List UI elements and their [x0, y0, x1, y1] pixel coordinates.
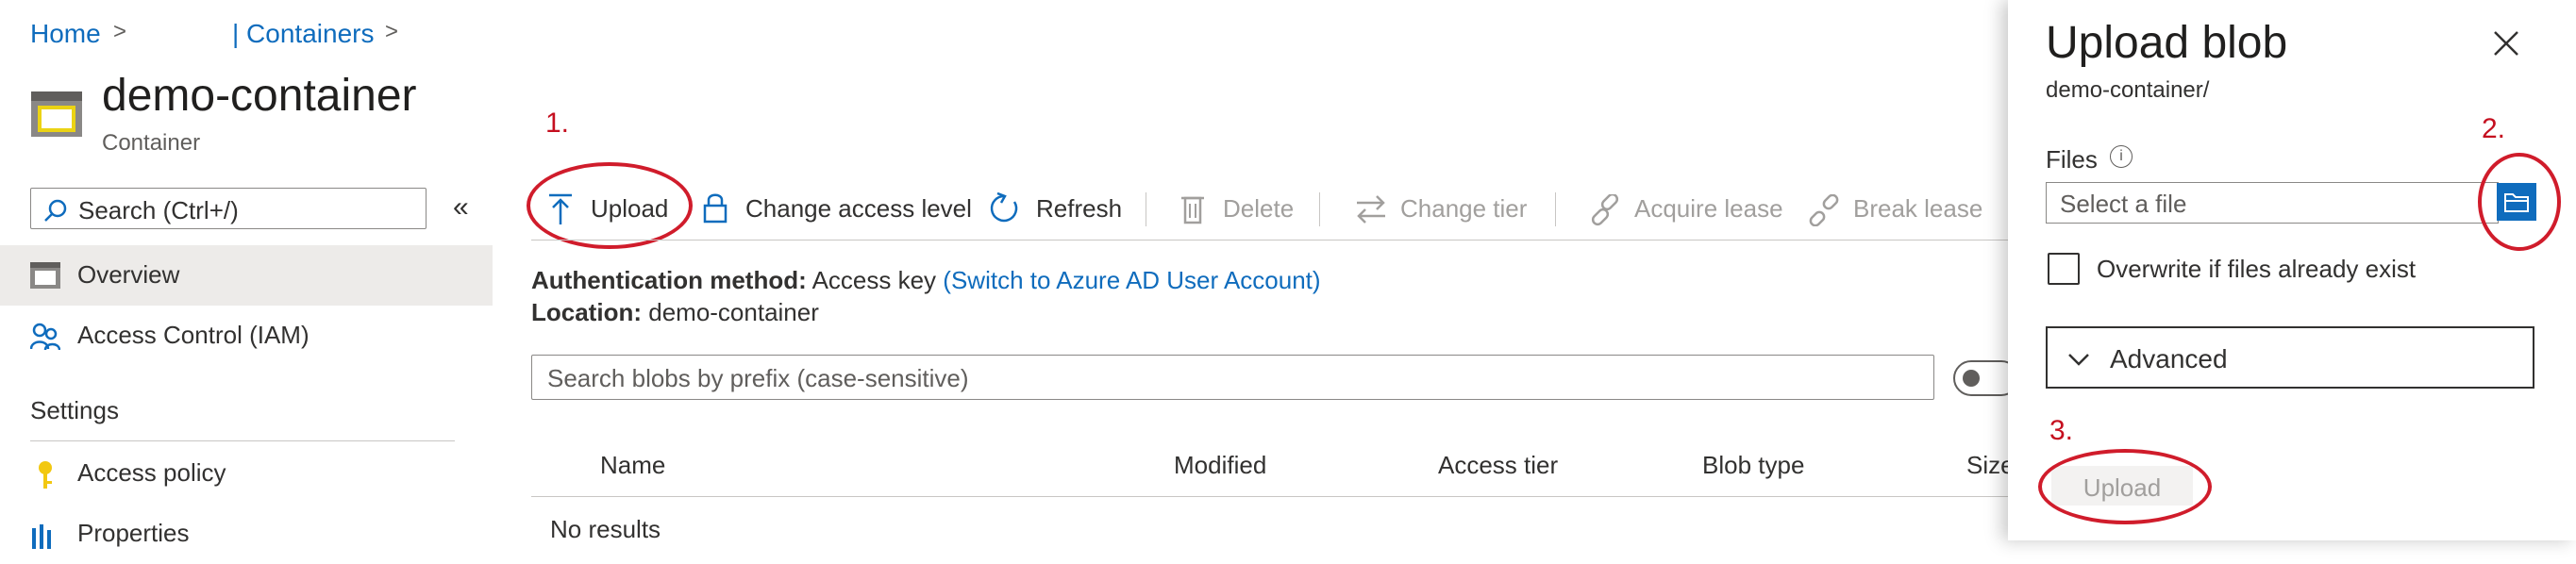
sidebar-item-access-policy[interactable]: Access policy	[0, 443, 493, 504]
breadcrumb-home[interactable]: Home	[30, 19, 101, 49]
chevron-down-icon	[2068, 354, 2089, 366]
container-icon	[30, 91, 83, 138]
search-icon	[44, 199, 67, 222]
auth-method-value: Access key	[811, 266, 937, 294]
break-lease-label: Break lease	[1853, 194, 1983, 223]
overwrite-checkbox-label[interactable]: Overwrite if files already exist	[2097, 255, 2416, 284]
no-results-text: No results	[550, 515, 661, 543]
change-tier-label: Change tier	[1400, 194, 1528, 223]
sidebar-search-input[interactable]: Search (Ctrl+/)	[30, 188, 427, 229]
upload-icon	[549, 193, 572, 224]
toggle-knob	[1963, 370, 1980, 387]
toolbar-divider	[1319, 192, 1320, 226]
chevron-right-icon: >	[385, 19, 399, 44]
upload-label: Upload	[591, 194, 669, 223]
auth-method-label: Authentication method:	[531, 266, 807, 294]
upload-button[interactable]: Upload	[545, 189, 677, 230]
column-header-access-tier[interactable]: Access tier	[1438, 451, 1558, 480]
acquire-lease-label: Acquire lease	[1634, 194, 1783, 223]
annotation-step-3: 3.	[2049, 415, 2074, 446]
column-header-size[interactable]: Size	[1966, 451, 2015, 480]
auth-method-row: Authentication method: Access key (Switc…	[531, 266, 1321, 295]
change-access-level-button[interactable]: Change access level	[700, 189, 972, 230]
lock-icon	[703, 193, 728, 224]
location-value: demo-container	[648, 298, 819, 326]
toolbar-bottom-divider	[531, 240, 2013, 241]
panel-title: Upload blob	[2046, 18, 2288, 68]
advanced-label: Advanced	[2110, 344, 2228, 373]
link-icon	[1591, 194, 1619, 226]
collapse-sidebar-icon[interactable]: «	[453, 191, 469, 224]
table-header-divider	[531, 496, 2013, 497]
blob-search-input[interactable]: Search blobs by prefix (case-sensitive)	[531, 355, 1934, 400]
column-header-modified[interactable]: Modified	[1174, 451, 1266, 480]
location-row: Location: demo-container	[531, 298, 819, 327]
chevron-right-icon: >	[113, 19, 127, 44]
column-header-blob-type[interactable]: Blob type	[1702, 451, 1804, 480]
break-lease-button[interactable]: Break lease	[1806, 189, 1985, 230]
broken-link-icon	[1809, 194, 1839, 226]
delete-button[interactable]: Delete	[1178, 189, 1300, 230]
info-icon[interactable]: i	[2110, 145, 2133, 168]
breadcrumb-containers[interactable]: | Containers	[232, 19, 374, 49]
sidebar-item-label: Access Control (IAM)	[77, 321, 309, 349]
annotation-ring-browse	[2478, 153, 2561, 251]
change-access-label: Change access level	[745, 194, 972, 223]
key-icon	[30, 460, 60, 495]
people-icon	[29, 323, 61, 356]
annotation-step-2: 2.	[2482, 113, 2506, 144]
select-file-input[interactable]: Select a file	[2046, 182, 2499, 224]
files-label: Files	[2046, 145, 2098, 174]
location-label: Location:	[531, 298, 642, 326]
sidebar-search-placeholder: Search (Ctrl+/)	[78, 196, 239, 224]
close-icon[interactable]	[2489, 26, 2523, 65]
settings-divider	[30, 440, 455, 441]
advanced-section-toggle[interactable]: Advanced	[2046, 326, 2534, 389]
delete-label: Delete	[1223, 194, 1295, 223]
sidebar-item-access-control[interactable]: Access Control (IAM)	[0, 306, 493, 366]
container-icon	[30, 262, 60, 293]
panel-subtitle: demo-container/	[2046, 77, 2210, 103]
page-title: demo-container	[102, 71, 417, 121]
column-header-name[interactable]: Name	[600, 451, 665, 480]
overwrite-checkbox[interactable]	[2048, 253, 2080, 285]
change-tier-button[interactable]: Change tier	[1353, 189, 1542, 230]
swap-icon	[1357, 195, 1385, 224]
sidebar-item-label: Properties	[77, 519, 190, 547]
sidebar-item-label: Access policy	[77, 458, 226, 487]
sidebar-item-properties[interactable]: Properties	[0, 504, 493, 564]
refresh-icon	[990, 192, 1018, 223]
refresh-button[interactable]: Refresh	[987, 189, 1129, 230]
trash-icon	[1181, 196, 1204, 224]
file-input-placeholder: Select a file	[2060, 190, 2187, 218]
sidebar-item-label: Overview	[77, 260, 180, 289]
acquire-lease-button[interactable]: Acquire lease	[1587, 189, 1787, 230]
sidebar-item-overview[interactable]: Overview	[0, 245, 493, 306]
annotation-step-1: 1.	[545, 108, 570, 139]
properties-icon	[30, 521, 60, 554]
annotation-ring-panel-upload	[2038, 449, 2212, 524]
toolbar-divider	[1555, 192, 1556, 226]
upload-blob-panel: Upload blob demo-container/ 2. Files i S…	[2008, 0, 2576, 540]
settings-section-title: Settings	[30, 396, 119, 424]
page-subtitle: Container	[102, 130, 201, 156]
switch-auth-link[interactable]: (Switch to Azure AD User Account)	[943, 266, 1320, 294]
blob-search-placeholder: Search blobs by prefix (case-sensitive)	[547, 364, 969, 392]
refresh-label: Refresh	[1036, 194, 1123, 223]
